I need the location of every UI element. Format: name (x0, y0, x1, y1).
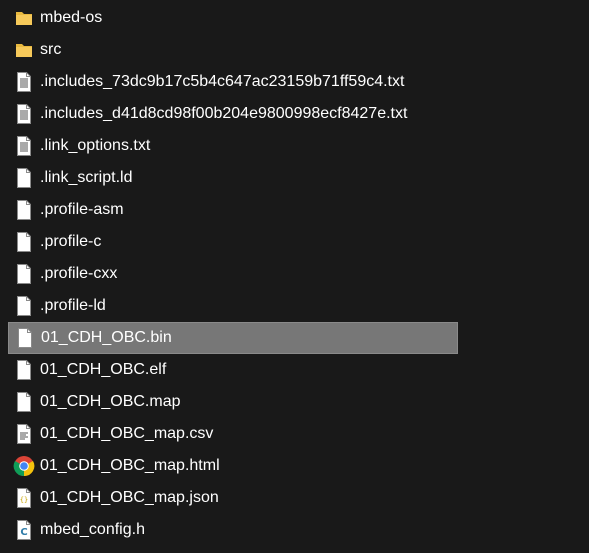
text-file-icon (13, 135, 35, 157)
file-row[interactable]: .includes_73dc9b17c5b4c647ac23159b71ff59… (8, 66, 458, 98)
file-name: 01_CDH_OBC_map.html (40, 457, 220, 474)
blank-file-icon (13, 231, 35, 253)
file-name: .profile-ld (40, 297, 106, 314)
file-name: .includes_73dc9b17c5b4c647ac23159b71ff59… (40, 73, 405, 90)
file-name: 01_CDH_OBC_map.csv (40, 425, 214, 442)
text-file-icon (13, 103, 35, 125)
file-row[interactable]: .profile-ld (8, 290, 458, 322)
file-name: mbed_config.h (40, 521, 145, 538)
blank-file-icon (13, 295, 35, 317)
blank-file-icon (13, 263, 35, 285)
text-file-icon (13, 71, 35, 93)
file-name: .includes_d41d8cd98f00b204e9800998ecf842… (40, 105, 408, 122)
file-name: .profile-cxx (40, 265, 118, 282)
file-row[interactable]: .link_script.ld (8, 162, 458, 194)
file-name: .profile-c (40, 233, 102, 250)
blank-file-icon (13, 359, 35, 381)
file-row[interactable]: 01_CDH_OBC.bin (8, 322, 458, 354)
blank-file-icon (13, 167, 35, 189)
blank-file-icon (13, 199, 35, 221)
folder-icon (13, 7, 35, 29)
chrome-icon (13, 455, 35, 477)
file-list: mbed-os src .includes_73dc9b17c5b4c647ac23… (0, 0, 589, 553)
file-row[interactable]: {} 01_CDH_OBC_map.json (8, 482, 458, 514)
file-name: mbed-os (40, 9, 103, 26)
file-row[interactable]: .profile-asm (8, 194, 458, 226)
file-row[interactable]: mbed-os (8, 2, 458, 34)
file-name: .link_script.ld (40, 169, 133, 186)
file-name: 01_CDH_OBC.elf (40, 361, 167, 378)
blank-file-icon (13, 391, 35, 413)
file-row[interactable]: 01_CDH_OBC_map.html (8, 450, 458, 482)
file-name: 01_CDH_OBC.bin (41, 329, 172, 346)
csv-file-icon (13, 423, 35, 445)
svg-text:C: C (20, 527, 27, 538)
file-row[interactable]: 01_CDH_OBC.map (8, 386, 458, 418)
folder-icon (13, 39, 35, 61)
file-name: .profile-asm (40, 201, 124, 218)
file-row[interactable]: Cmbed_config.h (8, 514, 458, 546)
file-row[interactable]: .includes_d41d8cd98f00b204e9800998ecf842… (8, 98, 458, 130)
file-row[interactable]: .profile-c (8, 226, 458, 258)
file-row[interactable]: 01_CDH_OBC.elf (8, 354, 458, 386)
svg-text:{}: {} (20, 496, 28, 504)
file-name: 01_CDH_OBC.map (40, 393, 181, 410)
file-name: 01_CDH_OBC_map.json (40, 489, 219, 506)
file-row[interactable]: src (8, 34, 458, 66)
c-header-file-icon: C (13, 519, 35, 541)
file-row[interactable]: 01_CDH_OBC_map.csv (8, 418, 458, 450)
blank-file-icon (14, 327, 36, 349)
file-name: .link_options.txt (40, 137, 151, 154)
file-name: src (40, 41, 62, 58)
file-row[interactable]: .link_options.txt (8, 130, 458, 162)
json-file-icon: {} (13, 487, 35, 509)
file-row[interactable]: .profile-cxx (8, 258, 458, 290)
